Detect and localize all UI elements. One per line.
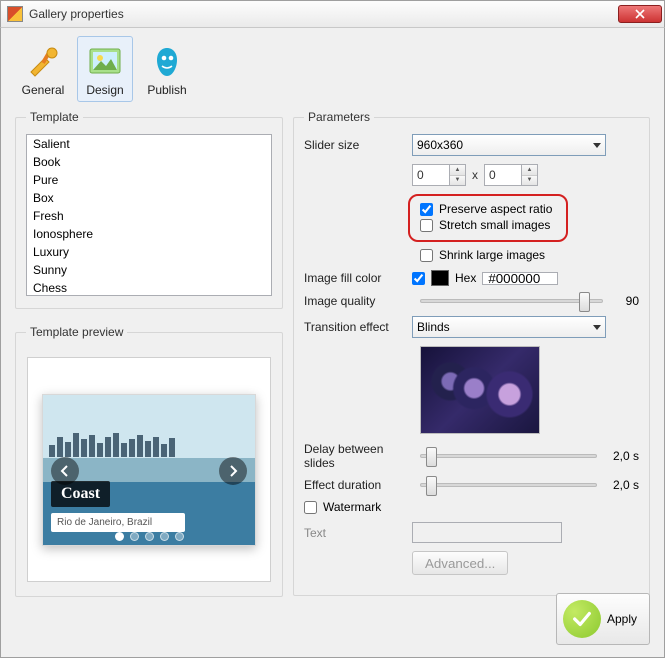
tab-design-label: Design xyxy=(86,83,123,97)
chevron-down-icon xyxy=(593,143,601,148)
slide-caption: Rio de Janeiro, Brazil xyxy=(51,513,185,532)
slider-thumb[interactable] xyxy=(426,447,437,467)
shrink-label[interactable]: Shrink large images xyxy=(439,248,545,262)
slide-dot[interactable] xyxy=(160,532,169,541)
transition-preview-image xyxy=(420,346,540,434)
close-button[interactable] xyxy=(618,5,662,23)
slide-dot[interactable] xyxy=(115,532,124,541)
template-legend: Template xyxy=(26,110,83,124)
spin-up-icon[interactable]: ▲ xyxy=(450,165,465,176)
slide-title-badge: Coast xyxy=(51,481,110,507)
window-title: Gallery properties xyxy=(29,7,618,21)
toolbar: General Design Publish xyxy=(9,34,656,106)
transition-label: Transition effect xyxy=(304,320,412,334)
slider-thumb[interactable] xyxy=(579,292,590,312)
tab-design[interactable]: Design xyxy=(77,36,133,102)
next-slide-button[interactable] xyxy=(219,457,247,485)
list-item[interactable]: Book xyxy=(27,153,271,171)
parameters-legend: Parameters xyxy=(304,110,374,124)
preview-legend: Template preview xyxy=(26,325,127,339)
app-icon xyxy=(7,6,23,22)
advanced-button: Advanced... xyxy=(412,551,508,575)
watermark-text-input xyxy=(412,522,562,543)
window-body: General Design Publish Template xyxy=(0,28,665,658)
list-item[interactable]: Ionosphere xyxy=(27,225,271,243)
slide-dot[interactable] xyxy=(145,532,154,541)
chevron-right-icon xyxy=(228,465,238,477)
fill-color-label: Image fill color xyxy=(304,271,412,285)
duration-value: 2,0 s xyxy=(605,478,639,492)
delay-value: 2,0 s xyxy=(605,449,639,463)
spin-down-icon[interactable]: ▼ xyxy=(522,176,537,186)
watermark-label[interactable]: Watermark xyxy=(323,500,381,514)
duration-slider[interactable] xyxy=(420,483,597,487)
quality-slider[interactable] xyxy=(420,299,603,303)
height-value: 0 xyxy=(485,168,521,182)
tab-publish[interactable]: Publish xyxy=(139,36,195,102)
check-icon xyxy=(563,600,601,638)
preserve-aspect-checkbox[interactable] xyxy=(420,203,433,216)
quality-value: 90 xyxy=(611,294,639,308)
list-item[interactable]: Luxury xyxy=(27,243,271,261)
width-spinner[interactable]: 0 ▲▼ xyxy=(412,164,466,186)
list-item[interactable]: Sunny xyxy=(27,261,271,279)
template-group: Template Salient Book Pure Box Fresh Ion… xyxy=(15,110,283,309)
picture-icon xyxy=(87,44,123,80)
chevron-left-icon xyxy=(60,465,70,477)
apply-label: Apply xyxy=(607,612,637,626)
tab-general[interactable]: General xyxy=(15,36,71,102)
color-swatch[interactable] xyxy=(431,270,449,286)
stretch-checkbox[interactable] xyxy=(420,219,433,232)
stretch-label[interactable]: Stretch small images xyxy=(439,218,550,232)
list-item[interactable]: Chess xyxy=(27,279,271,296)
parameters-group: Parameters Slider size 960x360 0 ▲▼ x xyxy=(293,110,650,596)
slider-size-select[interactable]: 960x360 xyxy=(412,134,606,156)
height-spinner[interactable]: 0 ▲▼ xyxy=(484,164,538,186)
apply-button[interactable]: Apply xyxy=(556,593,650,645)
list-item[interactable]: Box xyxy=(27,189,271,207)
slider-thumb[interactable] xyxy=(426,476,437,496)
template-list[interactable]: Salient Book Pure Box Fresh Ionosphere L… xyxy=(26,134,272,296)
slider-size-value: 960x360 xyxy=(417,138,463,152)
x-separator: x xyxy=(472,168,478,182)
shrink-checkbox[interactable] xyxy=(420,249,433,262)
transition-select[interactable]: Blinds xyxy=(412,316,606,338)
text-label: Text xyxy=(304,526,412,540)
preview-box: Coast Rio de Janeiro, Brazil xyxy=(27,357,271,582)
spin-down-icon[interactable]: ▼ xyxy=(450,176,465,186)
slide-dot[interactable] xyxy=(130,532,139,541)
fill-color-checkbox[interactable] xyxy=(412,272,425,285)
watermark-checkbox[interactable] xyxy=(304,501,317,514)
preview-group: Template preview Coast Rio de Jan xyxy=(15,325,283,597)
spin-up-icon[interactable]: ▲ xyxy=(522,165,537,176)
tab-general-label: General xyxy=(22,83,65,97)
quality-label: Image quality xyxy=(304,294,412,308)
chevron-down-icon xyxy=(593,325,601,330)
transition-value: Blinds xyxy=(417,320,450,334)
slide-dot[interactable] xyxy=(175,532,184,541)
highlighted-options: Preserve aspect ratio Stretch small imag… xyxy=(408,194,568,242)
skyline-decoration xyxy=(49,431,249,457)
delay-label: Delay between slides xyxy=(304,442,412,470)
preview-slide: Coast Rio de Janeiro, Brazil xyxy=(42,394,256,546)
slide-dots xyxy=(43,532,255,541)
close-icon xyxy=(635,9,645,19)
hex-input[interactable] xyxy=(482,272,558,285)
publish-icon xyxy=(149,44,185,80)
preserve-aspect-label[interactable]: Preserve aspect ratio xyxy=(439,202,552,216)
advanced-label: Advanced... xyxy=(425,556,495,571)
tools-icon xyxy=(25,44,61,80)
delay-slider[interactable] xyxy=(420,454,597,458)
list-item[interactable]: Salient xyxy=(27,135,271,153)
hex-label: Hex xyxy=(455,271,476,285)
slider-size-label: Slider size xyxy=(304,138,412,152)
tab-publish-label: Publish xyxy=(147,83,186,97)
list-item[interactable]: Fresh xyxy=(27,207,271,225)
duration-label: Effect duration xyxy=(304,478,412,492)
titlebar: Gallery properties xyxy=(0,0,665,28)
list-item[interactable]: Pure xyxy=(27,171,271,189)
width-value: 0 xyxy=(413,168,449,182)
